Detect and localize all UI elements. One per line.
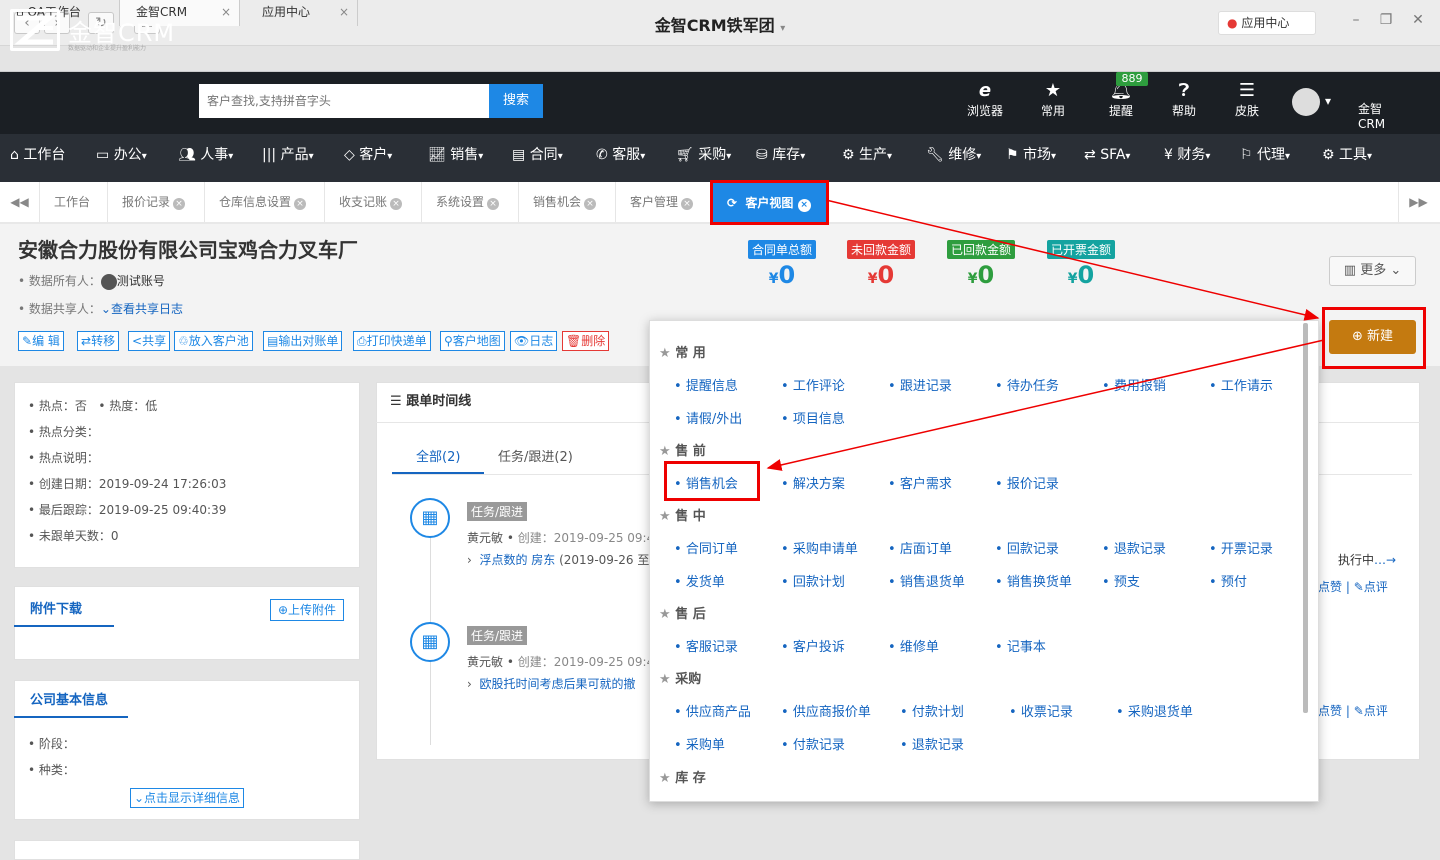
annotation-arrows	[766, 199, 1325, 471]
